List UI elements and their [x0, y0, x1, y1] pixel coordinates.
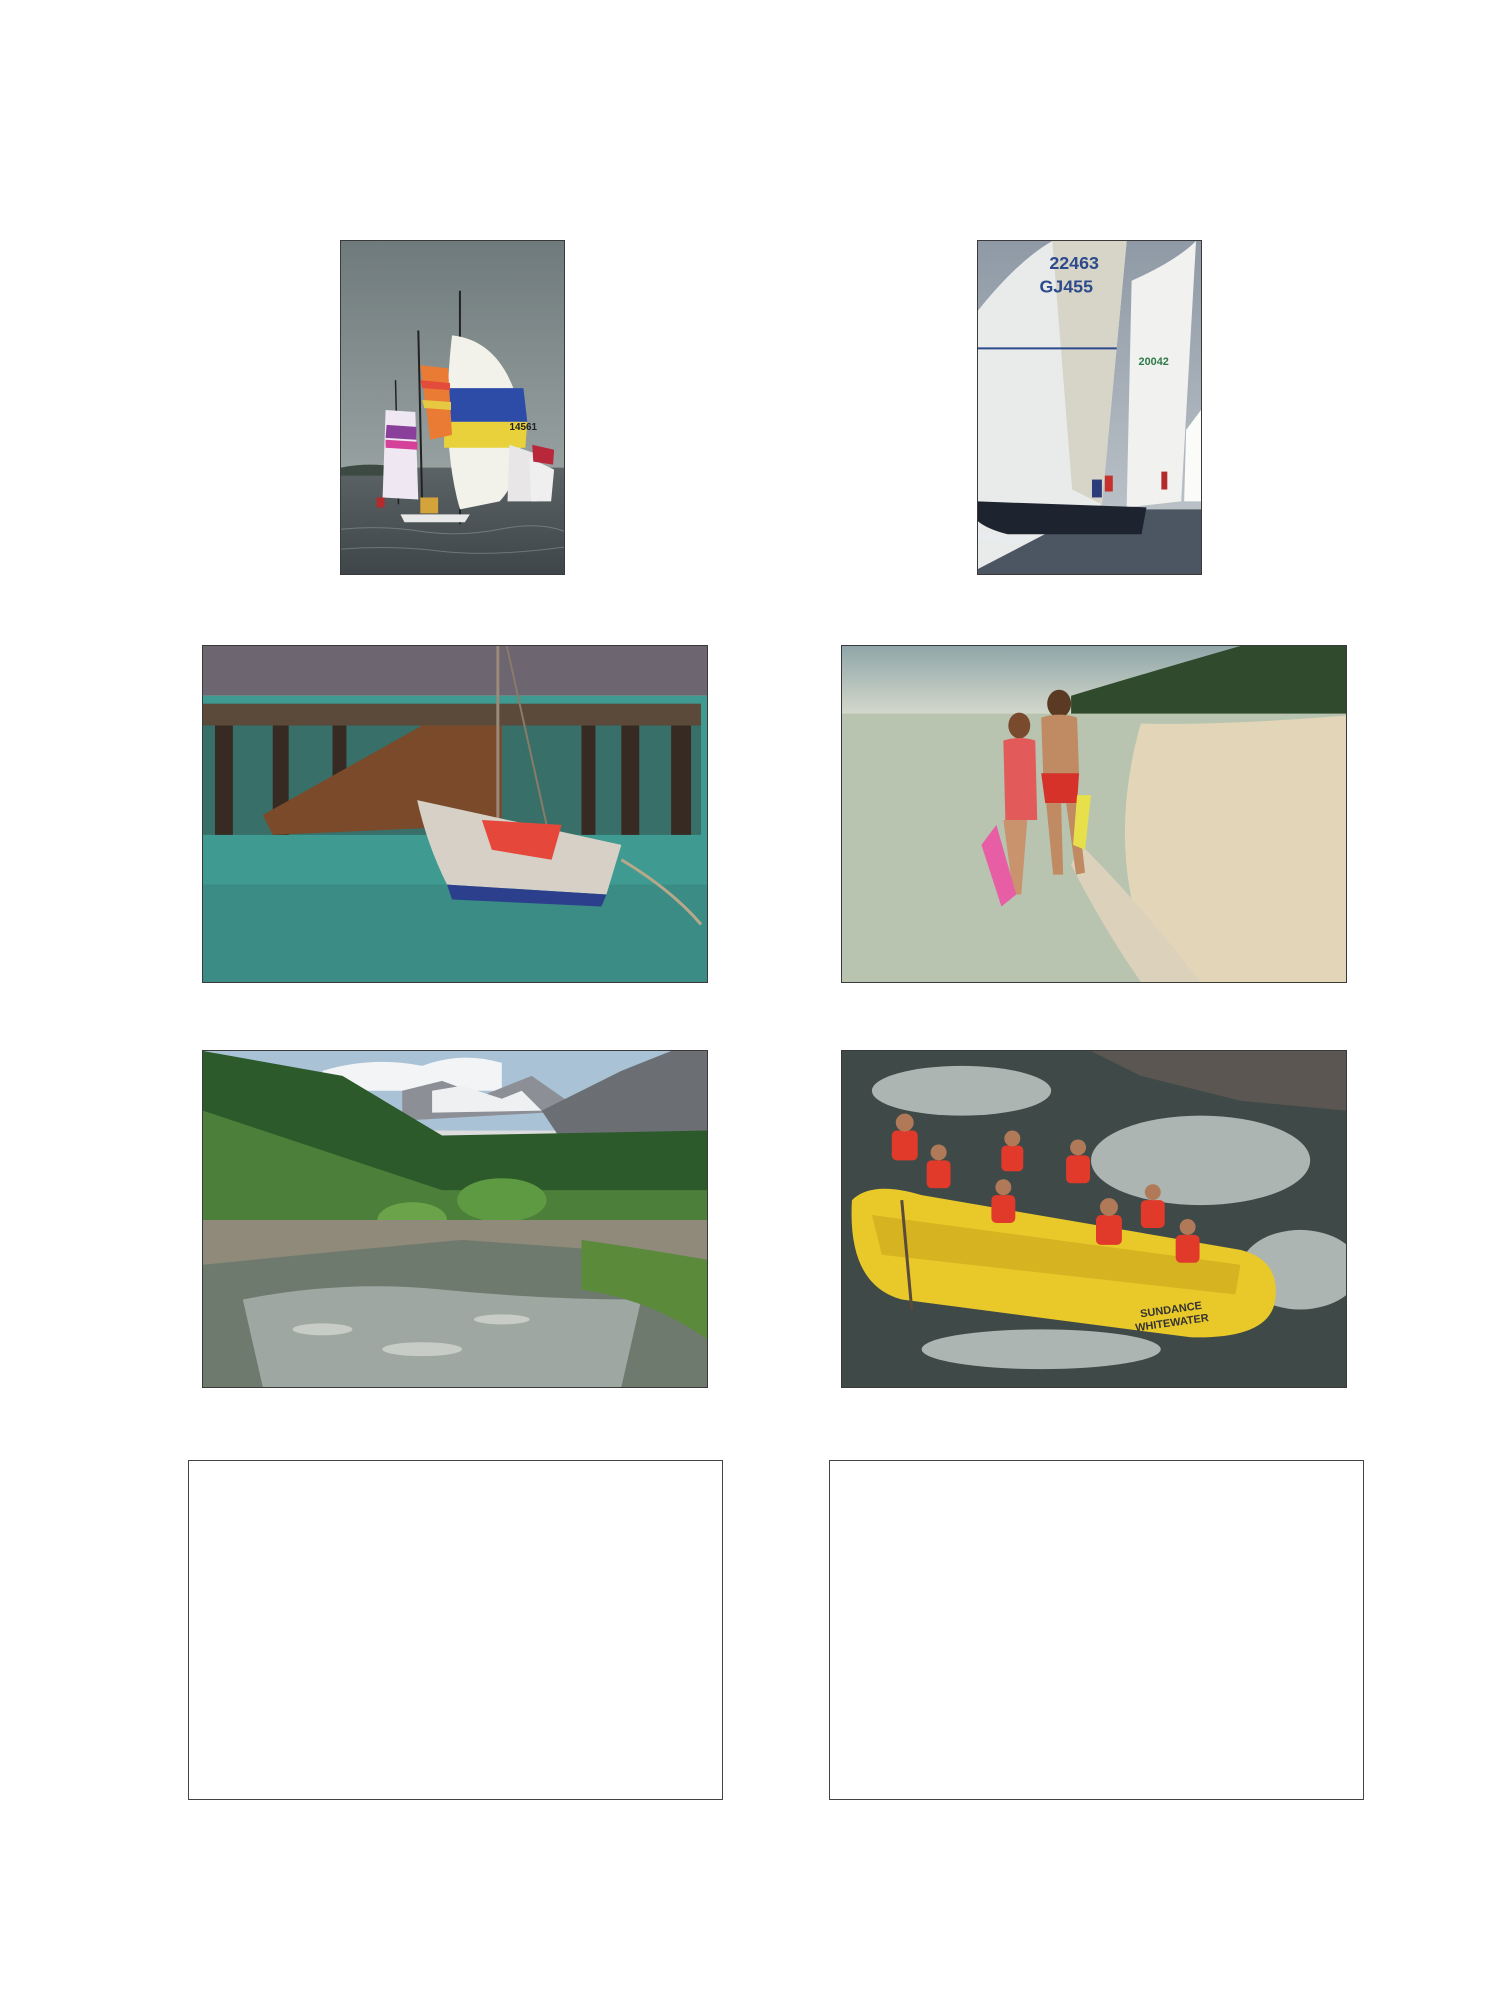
- spinnaker-regatta-photo: 14561: [340, 240, 565, 575]
- empty-frame-left: [188, 1460, 723, 1800]
- couple-on-beach-photo: [841, 645, 1347, 983]
- whitewater-rafting-image: SUNDANCE WHITEWATER: [842, 1051, 1346, 1387]
- boat-at-pier-image: [203, 646, 707, 982]
- whitewater-rafting-photo: SUNDANCE WHITEWATER: [841, 1050, 1347, 1388]
- mountain-creek-photo: [202, 1050, 708, 1388]
- mountain-creek-image: [203, 1051, 707, 1387]
- racing-sailboat-image: 22463 GJ455 20042: [978, 241, 1201, 574]
- sail-number-second: 20042: [1139, 356, 1169, 368]
- racing-sailboat-photo: 22463 GJ455 20042: [977, 240, 1202, 575]
- sail-number-text: 14561: [509, 422, 537, 433]
- boat-at-pier-photo: [202, 645, 708, 983]
- sail-number-main: GJ455: [1039, 277, 1093, 297]
- couple-on-beach-image: [842, 646, 1346, 982]
- sail-number-top: 22463: [1049, 253, 1099, 273]
- empty-frame-right: [829, 1460, 1364, 1800]
- spinnaker-regatta-image: 14561: [341, 241, 564, 574]
